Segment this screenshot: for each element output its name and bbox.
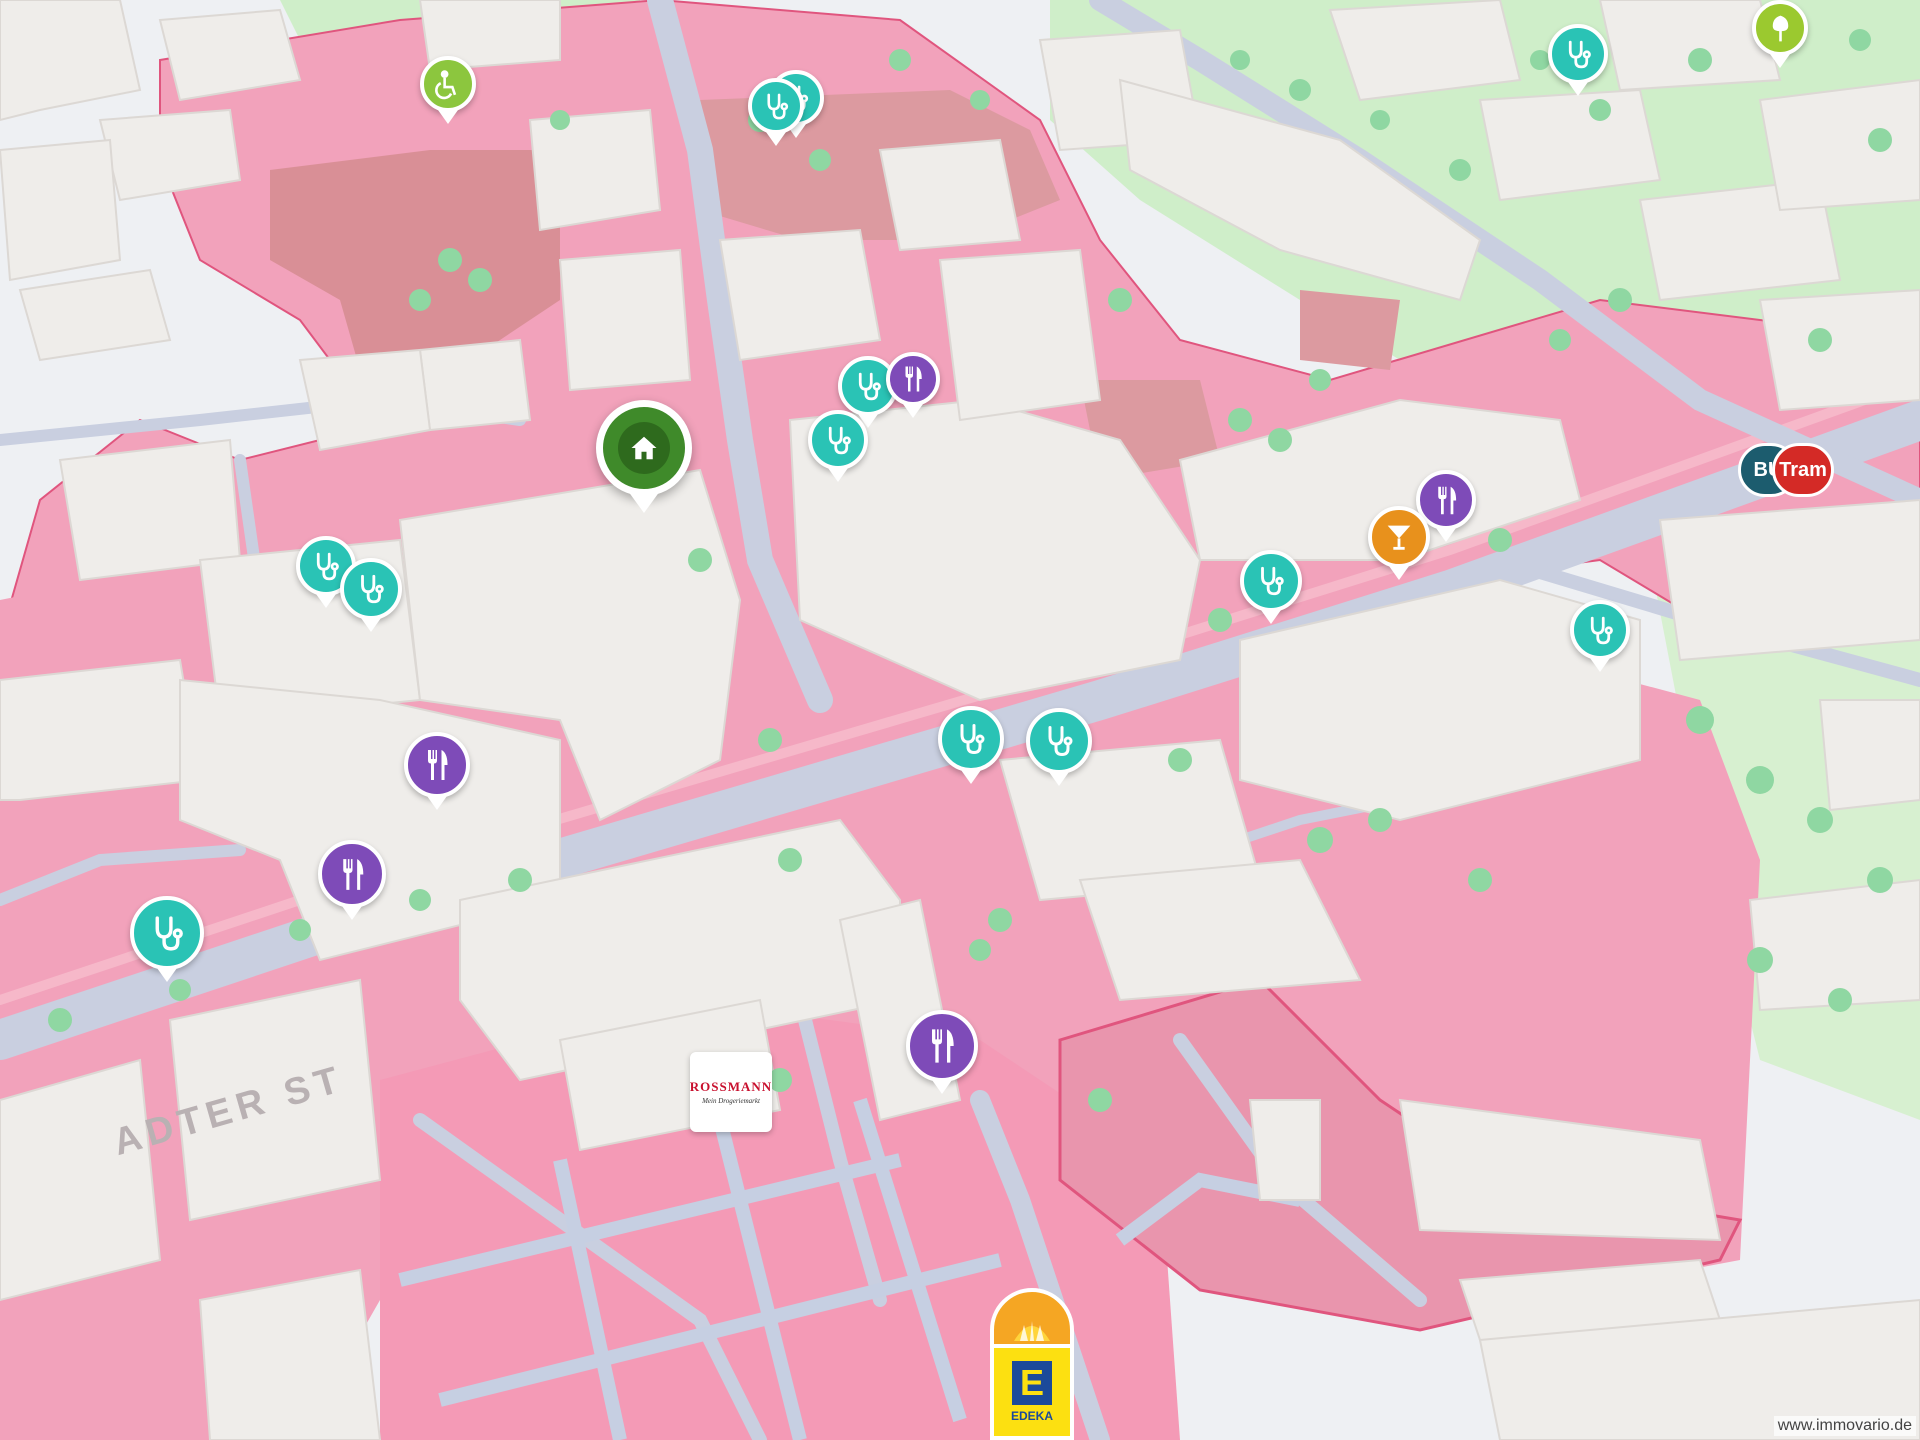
- fork-knife-icon: [342, 858, 363, 890]
- edeka-store-marker[interactable]: E EDEKA: [990, 1288, 1074, 1440]
- restaurant-marker[interactable]: [906, 1010, 978, 1094]
- doctor-marker[interactable]: [340, 558, 402, 632]
- stethoscope-icon: [361, 574, 384, 604]
- stethoscope-icon: [1048, 726, 1073, 757]
- wheelchair-icon: [434, 69, 456, 99]
- home-marker[interactable]: [596, 400, 692, 513]
- stethoscope-icon: [1590, 616, 1613, 644]
- stethoscope-icon: [316, 552, 339, 580]
- map-attribution: www.immovario.de: [1773, 1416, 1916, 1436]
- stethoscope-icon: [155, 915, 183, 951]
- doctor-marker[interactable]: [1570, 600, 1630, 672]
- crown-icon: [1014, 1321, 1050, 1341]
- restaurant-marker[interactable]: [404, 732, 470, 810]
- edeka-logo: E EDEKA: [990, 1344, 1074, 1440]
- stethoscope-icon: [828, 426, 851, 454]
- bar-marker[interactable]: [1368, 506, 1430, 580]
- zone-dark-area: [1300, 290, 1400, 370]
- doctor-marker[interactable]: [748, 78, 804, 146]
- restaurant-marker[interactable]: [318, 840, 386, 920]
- restaurant-marker[interactable]: [886, 352, 940, 418]
- park-marker[interactable]: [1752, 0, 1808, 68]
- doctor-marker[interactable]: [938, 706, 1004, 784]
- stethoscope-icon: [858, 372, 881, 400]
- fork-knife-icon: [932, 1029, 954, 1063]
- cocktail-icon: [1387, 525, 1411, 550]
- doctor-marker[interactable]: [808, 410, 868, 482]
- stethoscope-icon: [1568, 40, 1591, 68]
- map-view[interactable]: ADTER ST BU Tram ROSSMANN Mein Drogeriem…: [0, 0, 1920, 1440]
- doctor-marker[interactable]: [1240, 550, 1302, 624]
- tram-label: Tram: [1779, 458, 1827, 481]
- rossmann-tagline: Mein Drogeriemarkt: [702, 1097, 760, 1105]
- doctor-marker[interactable]: [130, 896, 204, 982]
- wheelchair-marker[interactable]: [420, 56, 476, 124]
- stethoscope-icon: [766, 93, 788, 119]
- stethoscope-icon: [960, 724, 985, 755]
- rossmann-logo-text: ROSSMANN: [689, 1079, 773, 1094]
- tram-stop-marker[interactable]: Tram: [1772, 443, 1834, 497]
- rossmann-store-marker[interactable]: ROSSMANN Mein Drogeriemarkt: [690, 1052, 772, 1132]
- doctor-marker[interactable]: [1548, 24, 1608, 96]
- stethoscope-icon: [1261, 566, 1284, 596]
- fork-knife-icon: [1437, 486, 1456, 514]
- edeka-e-glyph: E: [1012, 1361, 1052, 1405]
- house-icon: [631, 436, 657, 460]
- edeka-name: EDEKA: [1010, 1409, 1053, 1423]
- fork-knife-icon: [905, 366, 922, 392]
- fork-knife-icon: [428, 750, 448, 780]
- home-marker-inner: [618, 422, 670, 474]
- tree-icon: [1772, 15, 1788, 41]
- doctor-marker[interactable]: [1026, 708, 1092, 786]
